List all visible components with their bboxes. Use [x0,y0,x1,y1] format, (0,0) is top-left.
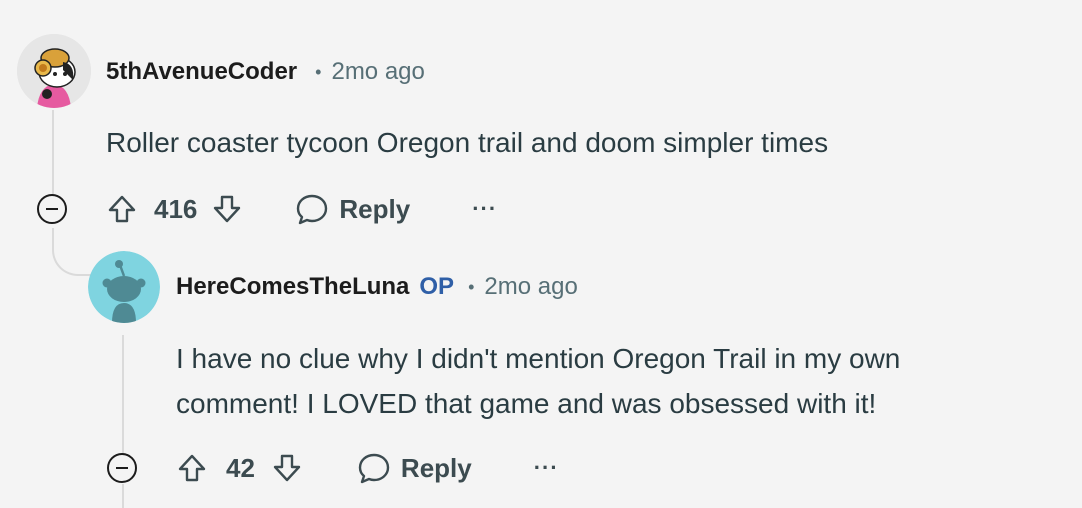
comment-actions: 42 Reply ··· [176,451,559,485]
minus-icon [116,467,128,469]
default-snoo-avatar-icon [88,251,160,323]
comment-bubble-icon [297,194,328,225]
thread-line-reply [122,335,124,455]
meta-separator: • [315,61,322,82]
meta-separator: • [468,276,475,297]
reply-label: Reply [400,452,472,483]
thread-line-main [52,110,54,198]
comment-body-line: I have no clue why I didn't mention Oreg… [176,343,901,374]
vote-score: 42 [226,452,255,483]
collapse-button[interactable] [107,453,137,483]
op-badge: OP [419,273,455,300]
author-name[interactable]: HereComesTheLuna [176,273,409,301]
comment-actions: 416 Reply ··· [106,192,497,226]
downvote-icon[interactable] [211,193,243,225]
upvote-icon[interactable] [106,193,138,225]
thread-line-reply-bottom [122,484,124,508]
minus-icon [46,208,58,210]
downvote-icon[interactable] [271,452,303,484]
comment-body: Roller coaster tycoon Oregon trail and d… [106,127,829,158]
reply-button[interactable]: Reply [357,451,472,485]
comment-bubble-icon [358,453,390,484]
author-name[interactable]: 5thAvenueCoder [106,58,297,86]
comment-header: HereComesTheLuna OP • 2mo ago [176,271,578,303]
avatar[interactable] [17,34,91,108]
avatar[interactable] [88,251,160,323]
more-options-button[interactable]: ··· [534,455,559,481]
vote-score: 416 [154,193,198,224]
thread-curve-connector [52,228,92,276]
timestamp[interactable]: 2mo ago [331,58,424,86]
upvote-icon[interactable] [176,452,208,484]
comment-header: 5thAvenueCoder • 2mo ago [106,56,425,88]
comment-body-line: comment! I LOVED that game and was obses… [176,388,877,419]
snoo-avatar-hat-icon [17,34,91,108]
timestamp[interactable]: 2mo ago [484,273,577,301]
reply-label: Reply [339,193,411,224]
more-options-button[interactable]: ··· [472,196,497,222]
reply-button[interactable]: Reply [295,192,410,226]
collapse-button[interactable] [37,194,67,224]
comment-body: I have no clue why I didn't mention Oreg… [176,336,900,426]
